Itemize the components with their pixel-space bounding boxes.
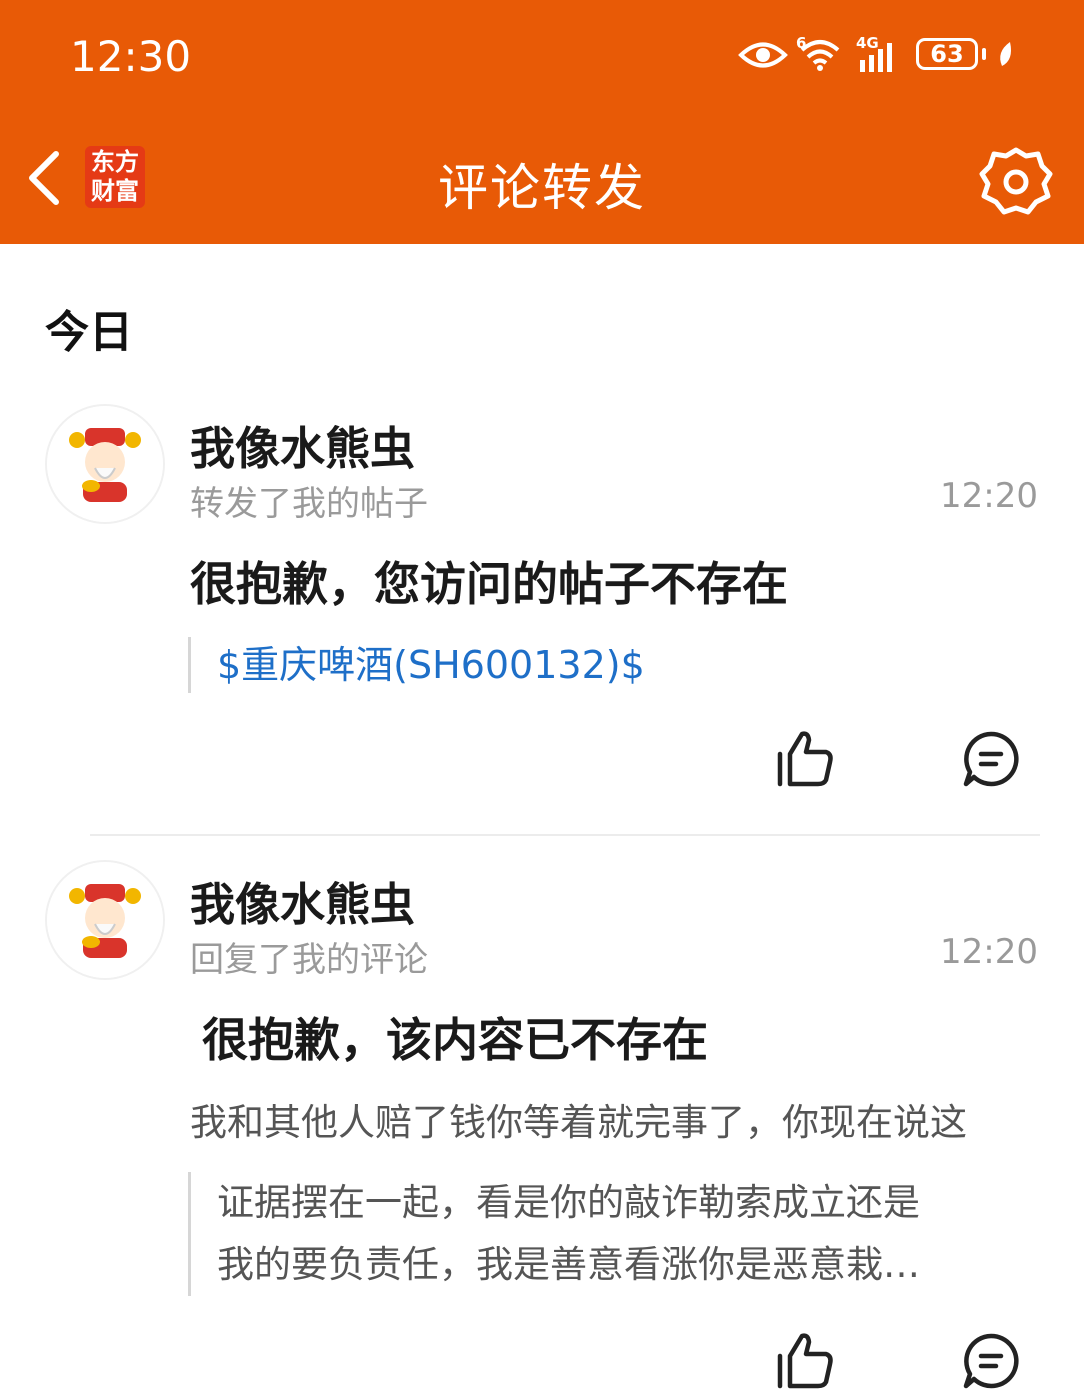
avatar-illustration [47,862,163,978]
action-text: 转发了我的帖子 [190,484,428,524]
quote-line: 我的要负责任，我是善意看涨你是恶意栽… [217,1243,920,1286]
page-title: 评论转发 [438,159,646,217]
section-title: 今日 [45,307,133,358]
stock-link[interactable]: $重庆啤酒(SH600132)$ [217,637,645,693]
thumbs-up-icon [777,731,833,787]
avatar[interactable] [45,860,165,980]
status-icons: 6 4G 63 [738,34,1028,78]
comment-icon [963,731,1019,787]
username[interactable]: 我像水熊虫 [190,412,415,477]
avatar[interactable] [45,404,165,524]
action-text: 回复了我的评论 [190,940,428,980]
status-time: 12:30 [70,32,192,81]
notice-text[interactable]: 很抱歉，您访问的帖子不存在 [190,548,788,614]
timestamp: 12:20 [940,932,1038,972]
app-header: 12:30 6 4G 63 东方 财富 评论转发 [0,0,1084,244]
quoted-post[interactable]: $重庆啤酒(SH600132)$ [188,637,645,693]
settings-button[interactable] [978,144,1054,220]
wifi-icon [800,40,840,71]
comment-text[interactable]: 我和其他人赔了钱你等着就完事了，你现在说这 [190,1092,1040,1146]
battery-cap [982,48,986,60]
signal-icon [860,43,892,72]
eye-icon [738,42,788,68]
quoted-comment[interactable]: 证据摆在一起，看是你的敲诈勒索成立还是 我的要负责任，我是善意看涨你是恶意栽… [188,1172,1017,1296]
gear-icon [979,147,1053,215]
like-button[interactable] [772,728,836,790]
timestamp: 12:20 [940,476,1038,516]
quote-line: 证据摆在一起，看是你的敲诈勒索成立还是 [217,1181,920,1224]
avatar-illustration [47,406,163,522]
leaf-icon [1000,42,1011,66]
username[interactable]: 我像水熊虫 [190,868,415,933]
divider [90,834,1040,836]
reply-button[interactable] [960,728,1022,790]
battery-indicator: 63 [916,38,978,70]
notice-text[interactable]: 很抱歉，该内容已不存在 [202,1004,708,1070]
